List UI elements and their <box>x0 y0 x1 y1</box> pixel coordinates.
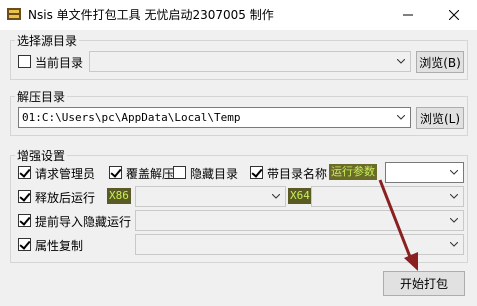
request-admin-checkbox[interactable] <box>18 166 31 179</box>
chevron-down-icon <box>397 115 405 120</box>
x86-combo[interactable] <box>135 186 286 207</box>
overwrite-extract-checkbox[interactable] <box>109 166 122 179</box>
hide-dir-checkbox[interactable] <box>173 166 186 179</box>
app-icon <box>7 8 21 20</box>
extract-dir-value: 01:C:\Users\pc\AppData\Local\Temp <box>22 111 241 124</box>
chevron-down-icon <box>450 170 458 175</box>
copy-attributes-combo[interactable] <box>135 234 464 255</box>
run-after-release-checkbox[interactable] <box>18 190 31 203</box>
close-icon <box>449 10 459 20</box>
pre-import-combo[interactable] <box>135 210 464 231</box>
enhance-group-label: 增强设置 <box>15 147 68 164</box>
request-admin-label: 请求管理员 <box>35 167 96 181</box>
with-dir-name-label: 带目录名称 <box>267 167 328 181</box>
minimize-icon <box>403 14 413 16</box>
overwrite-extract-label: 覆盖解压 <box>126 167 175 181</box>
x64-tag: X64 <box>288 188 312 204</box>
run-params-tag: 运行参数 <box>329 164 377 180</box>
extract-dir-combo[interactable]: 01:C:\Users\pc\AppData\Local\Temp <box>18 107 411 128</box>
chevron-down-icon <box>450 218 458 223</box>
close-button[interactable] <box>431 0 477 30</box>
pre-import-hidden-run-label: 提前导入隐藏运行 <box>35 215 132 229</box>
browse-source-button[interactable]: 浏览(B) <box>416 51 464 73</box>
browse-extract-button[interactable]: 浏览(L) <box>416 107 464 129</box>
source-dir-combo[interactable] <box>89 51 411 72</box>
chevron-down-icon <box>272 194 280 199</box>
source-dir-group-label: 选择源目录 <box>15 32 80 49</box>
x86-tag: X86 <box>107 188 131 204</box>
chevron-down-icon <box>450 242 458 247</box>
copy-attributes-label: 属性复制 <box>35 239 84 253</box>
title-bar: Nsis 单文件打包工具 无忧启动2307005 制作 <box>0 0 477 30</box>
minimize-button[interactable] <box>385 0 431 30</box>
start-pack-button[interactable]: 开始打包 <box>383 271 465 296</box>
pre-import-hidden-run-checkbox[interactable] <box>18 214 31 227</box>
copy-attributes-checkbox[interactable] <box>18 238 31 251</box>
hide-dir-label: 隐藏目录 <box>190 167 239 181</box>
chevron-down-icon <box>450 194 458 199</box>
run-after-release-label: 释放后运行 <box>35 191 96 205</box>
extract-dir-group-label: 解压目录 <box>15 88 68 105</box>
current-dir-checkbox[interactable] <box>18 55 31 68</box>
with-dir-name-checkbox[interactable] <box>250 166 263 179</box>
chevron-down-icon <box>397 59 405 64</box>
window-title: Nsis 单文件打包工具 无忧启动2307005 制作 <box>28 8 274 22</box>
current-dir-label: 当前目录 <box>35 56 84 70</box>
run-params-combo[interactable] <box>385 162 464 183</box>
x64-combo[interactable] <box>311 186 464 207</box>
